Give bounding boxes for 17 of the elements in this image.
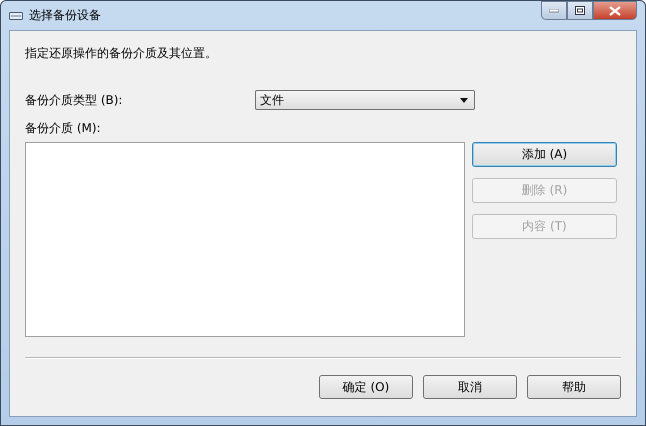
instruction-text: 指定还原操作的备份介质及其位置。	[25, 45, 218, 62]
close-button[interactable]	[593, 1, 637, 20]
close-icon	[609, 6, 621, 16]
maximize-icon	[575, 6, 585, 15]
minimize-icon	[549, 8, 559, 12]
dialog-button[interactable]: 帮助	[527, 375, 621, 399]
media-label: 备份介质 (M):	[25, 120, 102, 137]
maximize-button[interactable]	[567, 1, 593, 20]
media-type-label: 备份介质类型 (B):	[25, 92, 124, 108]
minimize-button[interactable]	[541, 1, 567, 20]
window-icon	[9, 10, 23, 20]
dialog-button[interactable]: 取消	[423, 375, 517, 399]
dialog-button[interactable]: 确定 (O)	[319, 375, 413, 399]
dialog-button[interactable]: 添加 (A)	[472, 142, 617, 167]
dropdown-arrow-icon	[460, 98, 468, 102]
window-title: 选择备份设备	[29, 7, 101, 24]
media-type-dropdown[interactable]: 文件	[255, 90, 475, 110]
